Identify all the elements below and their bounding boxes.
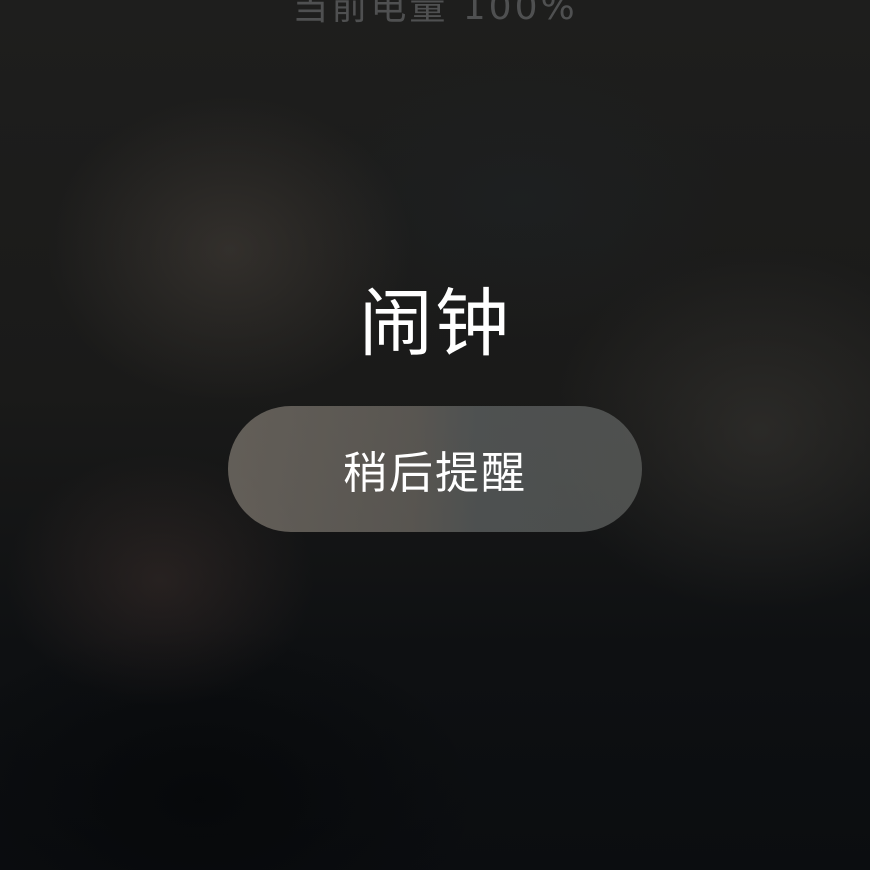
alarm-title: 闹钟 (359, 281, 511, 367)
snooze-button[interactable]: 稍后提醒 (228, 406, 642, 532)
snooze-button-label: 稍后提醒 (343, 448, 527, 499)
battery-level-text: 当前电量 100% (292, 0, 578, 28)
alarm-screen: 当前电量 100% 闹钟 稍后提醒 (0, 0, 870, 870)
